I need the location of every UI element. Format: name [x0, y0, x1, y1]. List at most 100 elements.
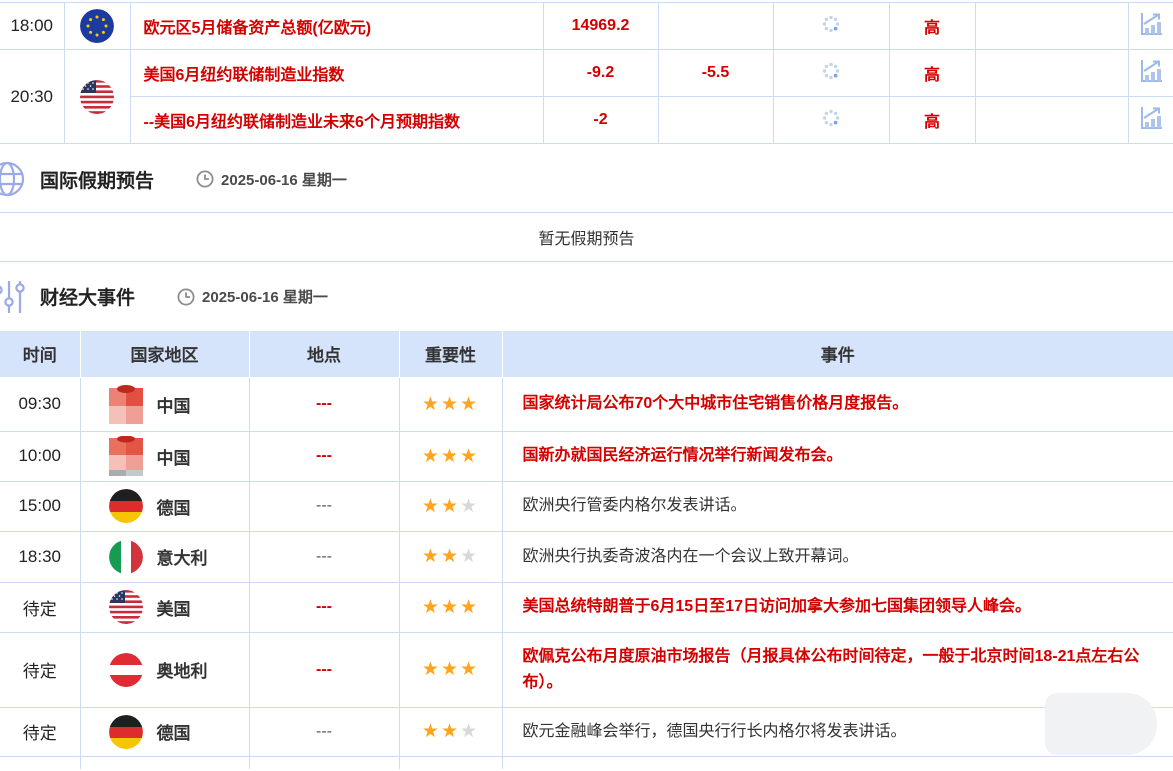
clock-icon [177, 288, 195, 306]
chart-icon[interactable] [1128, 97, 1173, 144]
event-row[interactable]: 18:30 意大利 --- ★★★ 欧洲央行执委奇波洛内在一个会议上致开幕词。 [0, 531, 1173, 582]
econ-actual: -9.2 [543, 50, 658, 97]
flag-at [109, 653, 143, 687]
events-date: 2025-06-16 星期一 [177, 286, 328, 307]
star-icon: ★ [441, 659, 460, 680]
event-text: 欧洲央行管委内格尔发表讲话。 [502, 481, 1173, 531]
events-section-title: 财经大事件 [40, 283, 135, 310]
star-icon: ★ [422, 496, 441, 517]
flag-us [109, 590, 143, 624]
star-icon: ★ [441, 496, 460, 517]
econ-empty-cell [975, 50, 1128, 97]
event-text: 国新办就国民经济运行情况举行新闻发布会。 [502, 431, 1173, 481]
events-section-header: 财经大事件 2025-06-16 星期一 [0, 262, 1173, 331]
loading-spinner-icon [773, 50, 889, 97]
importance-stars: ★★★ [399, 481, 502, 531]
star-icon: ★ [460, 659, 479, 680]
flag-cn-pixelated [109, 384, 143, 424]
chart-icon[interactable] [1128, 50, 1173, 97]
econ-importance: 高 [889, 97, 975, 144]
econ-time: 18:00 [0, 3, 64, 50]
event-country: 中国 [157, 392, 191, 417]
econ-actual: -2 [543, 97, 658, 144]
globe-icon [0, 160, 26, 198]
event-country: 德国 [157, 494, 191, 519]
importance-stars: ★★★ [399, 531, 502, 582]
event-row[interactable]: 09:30 中国 --- ★★★ 国家统计局公布70个大中城市住宅销售价格月度报… [0, 377, 1173, 431]
star-icon: ★ [422, 597, 441, 618]
events-header-row: 时间 国家地区 地点 重要性 事件 [0, 331, 1173, 377]
event-time: 待定 [0, 707, 80, 756]
event-text: 欧洲央行执委奇波洛内在一个会议上致开幕词。 [502, 531, 1173, 582]
loading-spinner-icon [773, 97, 889, 144]
flag-de [109, 715, 143, 749]
star-icon: ★ [422, 659, 441, 680]
event-location: --- [249, 632, 399, 707]
flag-de [109, 489, 143, 523]
holiday-section-header: 国际假期预告 2025-06-16 星期一 [0, 146, 1173, 212]
event-row[interactable]: 待定 美国 --- ★★★ 美国总统特朗普于6月15日至17日访问加拿大参加七国… [0, 582, 1173, 632]
economic-data-table: 18:00 欧元区5月储备资产总额(亿欧元) 14969.2 高 20:30 美… [0, 2, 1173, 144]
econ-indicator: 美国6月纽约联储制造业指数 [130, 50, 543, 97]
holiday-date: 2025-06-16 星期一 [196, 169, 347, 190]
event-country: 中国 [157, 444, 191, 469]
econ-forecast [658, 97, 773, 144]
econ-row[interactable]: --美国6月纽约联储制造业未来6个月预期指数 -2 高 [0, 97, 1173, 144]
event-row[interactable]: 10:00 中国 --- ★★★ 国新办就国民经济运行情况举行新闻发布会。 [0, 431, 1173, 481]
star-icon: ★ [422, 446, 441, 467]
header-importance: 重要性 [399, 331, 502, 377]
event-row[interactable]: 待定 德国 --- ★★★ 欧元金融峰会举行，德国央行行长内格尔将发表讲话。 [0, 707, 1173, 756]
event-location: --- [249, 431, 399, 481]
partial-row [0, 756, 1173, 769]
econ-time: 20:30 [0, 50, 64, 144]
star-icon: ★ [441, 546, 460, 567]
event-text: 美国总统特朗普于6月15日至17日访问加拿大参加七国集团领导人峰会。 [502, 582, 1173, 632]
star-icon: ★ [422, 721, 441, 742]
event-location: --- [249, 481, 399, 531]
event-row[interactable]: 15:00 德国 --- ★★★ 欧洲央行管委内格尔发表讲话。 [0, 481, 1173, 531]
star-icon: ★ [441, 721, 460, 742]
event-time: 待定 [0, 632, 80, 707]
header-time: 时间 [0, 331, 80, 377]
events-icon [0, 278, 26, 316]
star-icon: ★ [441, 394, 460, 415]
star-icon: ★ [460, 394, 479, 415]
event-country: 美国 [157, 595, 191, 620]
events-table: 时间 国家地区 地点 重要性 事件 09:30 中国 --- ★★★ 国家统计局… [0, 331, 1173, 769]
star-icon: ★ [422, 546, 441, 567]
flag-us [64, 50, 130, 144]
event-country: 奥地利 [157, 657, 208, 682]
star-icon: ★ [460, 721, 479, 742]
event-location: --- [249, 582, 399, 632]
chart-icon[interactable] [1128, 3, 1173, 50]
event-country: 意大利 [157, 544, 208, 569]
flag-eu [64, 3, 130, 50]
event-text: 国家统计局公布70个大中城市住宅销售价格月度报告。 [502, 377, 1173, 431]
econ-importance: 高 [889, 3, 975, 50]
flag-it [109, 540, 143, 574]
econ-forecast [658, 3, 773, 50]
importance-stars: ★★★ [399, 632, 502, 707]
importance-stars: ★★★ [399, 707, 502, 756]
blurred-watermark [1045, 693, 1157, 755]
clock-icon [196, 170, 214, 188]
header-event: 事件 [502, 331, 1173, 377]
event-location: --- [249, 377, 399, 431]
event-country: 德国 [157, 719, 191, 744]
econ-forecast: -5.5 [658, 50, 773, 97]
event-time: 待定 [0, 582, 80, 632]
star-icon: ★ [441, 446, 460, 467]
econ-empty-cell [975, 97, 1128, 144]
econ-actual: 14969.2 [543, 3, 658, 50]
event-location: --- [249, 707, 399, 756]
econ-row[interactable]: 20:30 美国6月纽约联储制造业指数 -9.2 -5.5 高 [0, 50, 1173, 97]
econ-row[interactable]: 18:00 欧元区5月储备资产总额(亿欧元) 14969.2 高 [0, 3, 1173, 50]
event-row[interactable]: 待定 奥地利 --- ★★★ 欧佩克公布月度原油市场报告（月报具体公布时间待定，… [0, 632, 1173, 707]
importance-stars: ★★★ [399, 431, 502, 481]
star-icon: ★ [422, 394, 441, 415]
importance-stars: ★★★ [399, 582, 502, 632]
holiday-empty-message: 暂无假期预告 [0, 212, 1173, 262]
loading-spinner-icon [773, 3, 889, 50]
star-icon: ★ [460, 546, 479, 567]
econ-importance: 高 [889, 50, 975, 97]
